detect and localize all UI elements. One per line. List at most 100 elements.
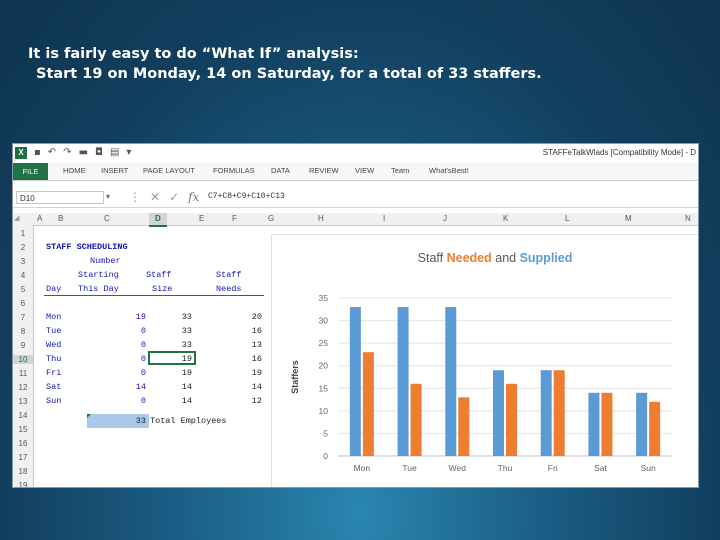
start-cell[interactable]: 0 bbox=[94, 354, 146, 364]
check-icon[interactable]: ✓ bbox=[169, 190, 179, 204]
tab-insert[interactable]: INSERT bbox=[101, 166, 128, 175]
save-icon[interactable]: ▪ bbox=[34, 147, 41, 159]
start-cell[interactable]: 0 bbox=[94, 396, 146, 406]
tab-page-layout[interactable]: PAGE LAYOUT bbox=[143, 166, 195, 175]
header-size[interactable]: Size bbox=[152, 284, 172, 294]
needs-cell[interactable]: 19 bbox=[210, 368, 262, 378]
column-header[interactable]: H bbox=[318, 214, 324, 223]
column-header[interactable]: N bbox=[685, 214, 691, 223]
row-header[interactable]: 1 bbox=[13, 229, 33, 238]
camera-icon[interactable]: ◘ bbox=[95, 147, 103, 159]
column-header[interactable]: J bbox=[443, 214, 447, 223]
excel-window: X ▪ ↶ ↷ ▬ ◘ ▤ ▾ STAFFeTalkWlads [Compati… bbox=[12, 143, 699, 488]
tab-file[interactable]: FILE bbox=[13, 163, 48, 180]
column-header[interactable]: F bbox=[232, 214, 237, 223]
row-header[interactable]: 18 bbox=[13, 467, 33, 476]
day-cell[interactable]: Sun bbox=[46, 396, 61, 406]
needs-cell[interactable]: 12 bbox=[210, 396, 262, 406]
tab-home[interactable]: HOME bbox=[63, 166, 86, 175]
row-header[interactable]: 3 bbox=[13, 257, 33, 266]
chevron-down-icon[interactable]: ▾ bbox=[106, 192, 110, 201]
tab-formulas[interactable]: FORMULAS bbox=[213, 166, 255, 175]
column-header[interactable]: A bbox=[37, 214, 42, 223]
undo-icon[interactable]: ↶ bbox=[48, 147, 56, 159]
dropdown-icon[interactable]: ▾ bbox=[126, 147, 131, 159]
row-header[interactable]: 14 bbox=[13, 411, 33, 420]
row-header[interactable]: 12 bbox=[13, 383, 33, 392]
needs-cell[interactable]: 16 bbox=[210, 326, 262, 336]
row-header[interactable]: 8 bbox=[13, 327, 33, 336]
select-all-corner[interactable]: ◢ bbox=[14, 214, 19, 222]
size-cell[interactable]: 14 bbox=[140, 382, 192, 392]
row-header[interactable]: 19 bbox=[13, 481, 33, 487]
day-cell[interactable]: Wed bbox=[46, 340, 61, 350]
column-header-selected[interactable]: D bbox=[149, 213, 167, 227]
header-staff[interactable]: Staff bbox=[146, 270, 172, 280]
row-header[interactable]: 7 bbox=[13, 313, 33, 322]
header-number[interactable]: Number bbox=[90, 256, 121, 266]
day-cell[interactable]: Fri bbox=[46, 368, 61, 378]
column-header[interactable]: G bbox=[268, 214, 274, 223]
needs-cell[interactable]: 14 bbox=[210, 382, 262, 392]
row-header[interactable]: 4 bbox=[13, 271, 33, 280]
name-box[interactable]: D10 bbox=[16, 191, 104, 204]
start-cell[interactable]: 0 bbox=[94, 340, 146, 350]
cancel-icon[interactable]: ✕ bbox=[150, 190, 160, 204]
day-cell[interactable]: Thu bbox=[46, 354, 61, 364]
day-cell[interactable]: Tue bbox=[46, 326, 61, 336]
size-cell[interactable]: 33 bbox=[140, 340, 192, 350]
day-cell[interactable]: Sat bbox=[46, 382, 61, 392]
folder-icon[interactable]: ▬ bbox=[79, 147, 88, 159]
tab-whats-best[interactable]: What'sBest! bbox=[429, 166, 469, 175]
column-header[interactable]: L bbox=[565, 214, 569, 223]
start-cell[interactable]: 0 bbox=[94, 368, 146, 378]
staff-chart[interactable]: Staff Needed and Supplied 0 5 10 15 20 25 30 35 S… bbox=[271, 234, 698, 487]
tab-team[interactable]: Team bbox=[391, 166, 409, 175]
x-tick-label: Sat bbox=[594, 463, 607, 473]
start-cell[interactable]: 0 bbox=[94, 326, 146, 336]
row-header[interactable]: 15 bbox=[13, 425, 33, 434]
header-starting[interactable]: Starting bbox=[78, 270, 119, 280]
row-header[interactable]: 17 bbox=[13, 453, 33, 462]
needs-cell[interactable]: 20 bbox=[210, 312, 262, 322]
header-staff-2[interactable]: Staff bbox=[216, 270, 242, 280]
header-needs[interactable]: Needs bbox=[216, 284, 242, 294]
total-employees-value[interactable]: 33 bbox=[94, 416, 146, 426]
redo-icon[interactable]: ↷ bbox=[63, 147, 71, 159]
row-header[interactable]: 9 bbox=[13, 341, 33, 350]
column-header[interactable]: E bbox=[199, 214, 204, 223]
formula-input[interactable]: C7+C8+C9+C10+C13 bbox=[208, 192, 285, 201]
tab-view[interactable]: VIEW bbox=[355, 166, 374, 175]
tab-review[interactable]: REVIEW bbox=[309, 166, 339, 175]
size-cell[interactable]: 19 bbox=[140, 368, 192, 378]
title-bar: X ▪ ↶ ↷ ▬ ◘ ▤ ▾ STAFFeTalkWlads [Compati… bbox=[13, 144, 698, 163]
column-header[interactable]: K bbox=[503, 214, 508, 223]
row-header[interactable]: 2 bbox=[13, 243, 33, 252]
size-cell[interactable]: 33 bbox=[140, 312, 192, 322]
row-header[interactable]: 11 bbox=[13, 369, 33, 378]
row-header[interactable]: 6 bbox=[13, 299, 33, 308]
tab-data[interactable]: DATA bbox=[271, 166, 290, 175]
needs-cell[interactable]: 13 bbox=[210, 340, 262, 350]
insert-function-icon[interactable]: fx bbox=[188, 190, 199, 204]
needs-cell[interactable]: 16 bbox=[210, 354, 262, 364]
column-header[interactable]: C bbox=[104, 214, 110, 223]
size-cell-selected[interactable]: 19 bbox=[140, 354, 192, 364]
column-header[interactable]: M bbox=[625, 214, 632, 223]
sheet-title[interactable]: STAFF SCHEDULING bbox=[46, 242, 128, 252]
header-day[interactable]: Day bbox=[46, 284, 61, 294]
column-header[interactable]: I bbox=[383, 214, 385, 223]
row-header[interactable]: 5 bbox=[13, 285, 33, 294]
column-header[interactable]: B bbox=[58, 214, 63, 223]
start-cell[interactable]: 19 bbox=[94, 312, 146, 322]
start-cell[interactable]: 14 bbox=[94, 382, 146, 392]
row-header[interactable]: 16 bbox=[13, 439, 33, 448]
row-header-selected[interactable]: 10 bbox=[13, 355, 33, 364]
day-cell[interactable]: Mon bbox=[46, 312, 61, 322]
print-icon[interactable]: ▤ bbox=[110, 147, 119, 159]
total-employees-label[interactable]: Total Employees bbox=[150, 416, 227, 426]
row-header[interactable]: 13 bbox=[13, 397, 33, 406]
size-cell[interactable]: 33 bbox=[140, 326, 192, 336]
header-this-day[interactable]: This Day bbox=[78, 284, 119, 294]
size-cell[interactable]: 14 bbox=[140, 396, 192, 406]
